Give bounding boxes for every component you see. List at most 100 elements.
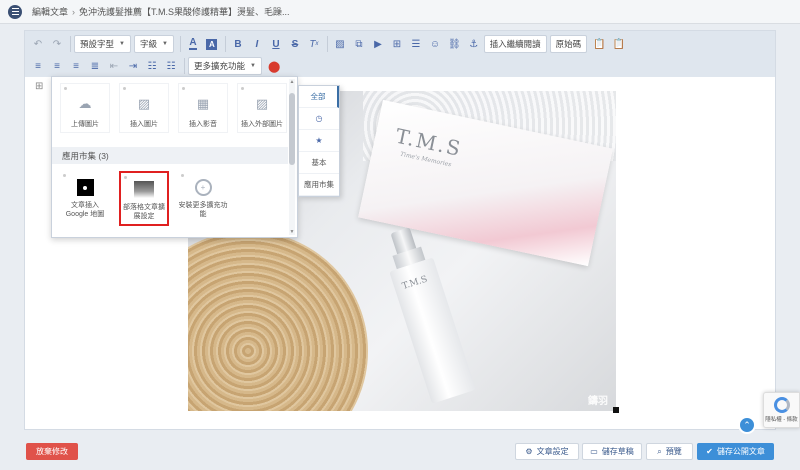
paste-text-icon[interactable]: 📋: [590, 35, 608, 53]
category-tabs: 全部 ◷ ★ 基本 應用市集: [298, 85, 340, 197]
cloud-upload-icon: ☁: [78, 96, 92, 111]
app-market-section-title: 應用市集 (3): [52, 147, 288, 164]
tile-label: 插入圖片: [130, 121, 158, 128]
tab-basic[interactable]: 基本: [299, 152, 339, 174]
horizontal-rule-icon[interactable]: ☰: [407, 35, 425, 53]
check-icon: ✔: [706, 447, 713, 456]
align-center-icon[interactable]: ≡: [48, 57, 66, 75]
star-icon: ★: [315, 136, 323, 145]
image-gallery-icon[interactable]: ⧉: [350, 35, 368, 53]
tab-all[interactable]: 全部: [299, 86, 339, 108]
emoji-icon[interactable]: ☺: [426, 35, 444, 53]
source-code-button[interactable]: 原始碼: [549, 35, 588, 53]
block-grid-icon[interactable]: ⊞: [35, 81, 43, 92]
discard-changes-button[interactable]: 放棄修改: [26, 443, 78, 460]
image-resize-handle[interactable]: [613, 407, 619, 413]
align-left-icon[interactable]: ≡: [29, 57, 47, 75]
underline-icon[interactable]: U: [267, 35, 285, 53]
caret-down-icon: ▼: [119, 41, 125, 47]
video-icon[interactable]: ▶: [369, 35, 387, 53]
tab-recent[interactable]: ◷: [299, 108, 339, 130]
google-map-app-tile[interactable]: 文章插入 Google 地圖: [60, 171, 110, 226]
recaptcha-text: 隱私權 - 條款: [765, 417, 798, 423]
blog-extension-app-tile[interactable]: 部落格文章擴展設定: [119, 171, 169, 226]
external-image-icon: ▨: [255, 96, 269, 111]
scroll-up-icon[interactable]: ▲: [289, 79, 295, 85]
scroll-down-icon[interactable]: ▼: [289, 229, 295, 235]
tile-label: 上傳圖片: [71, 121, 99, 128]
outdent-icon[interactable]: ⇤: [105, 57, 123, 75]
caret-down-icon: ▼: [250, 63, 256, 69]
search-icon: ⌕: [657, 446, 662, 456]
table-icon[interactable]: ⊞: [388, 35, 406, 53]
insert-video-tile[interactable]: ▦ 插入影音: [178, 83, 228, 133]
tab-app-market[interactable]: 應用市集: [299, 174, 339, 196]
panel-scrollbar[interactable]: ▲ ▼: [289, 79, 295, 235]
recaptcha-badge[interactable]: 隱私權 - 條款: [763, 392, 800, 428]
breadcrumb-parent[interactable]: 編輯文章: [32, 5, 68, 18]
top-header: 編輯文章 › 免沖洗護髮推薦【T.M.S果酸修護精華】燙髮、毛躁...: [0, 0, 800, 24]
align-right-icon[interactable]: ≡: [67, 57, 85, 75]
article-settings-label: 文章設定: [536, 447, 569, 456]
insert-external-image-tile[interactable]: ▨ 插入外部圖片: [237, 83, 287, 133]
font-family-value: 預設字型: [80, 39, 115, 49]
publish-button[interactable]: ✔ 儲存公開文章: [697, 443, 774, 460]
map-marker-icon: [76, 179, 94, 196]
hamburger-menu-icon[interactable]: [8, 4, 22, 19]
woven-mat: [188, 231, 368, 411]
paste-word-icon[interactable]: 📋: [610, 35, 628, 53]
insert-image-tile[interactable]: ▨ 插入圖片: [119, 83, 169, 133]
breadcrumb: 編輯文章 › 免沖洗護髮推薦【T.M.S果酸修護精華】燙髮、毛躁...: [32, 5, 290, 18]
tab-favorites[interactable]: ★: [299, 130, 339, 152]
clear-format-icon[interactable]: Tx: [305, 35, 323, 53]
map-pin-icon[interactable]: ⬤: [265, 57, 283, 75]
more-plugins-label: 更多擴充功能: [194, 61, 246, 71]
caret-down-icon: ▼: [161, 41, 168, 47]
anchor-icon[interactable]: ⚓: [465, 35, 483, 53]
editor-toolbar: ↶ ↷ 預設字型 ▼ 字級 ▼ A A B I U S Tx ▨ ⧉ ▶ ⊞ ☰ ☺…: [25, 31, 775, 77]
undo-icon[interactable]: ↶: [29, 35, 47, 53]
product-bottle: T.M.S: [374, 222, 479, 405]
app-label: 文章插入 Google 地圖: [65, 202, 105, 218]
recaptcha-icon: [773, 397, 790, 413]
bold-icon[interactable]: B: [229, 35, 247, 53]
image-icon: ▨: [137, 96, 151, 111]
indent-icon[interactable]: ⇥: [124, 57, 142, 75]
draft-icon: ▭: [590, 447, 598, 456]
app-thumbnail-icon: [134, 181, 154, 198]
insert-read-more-button[interactable]: 插入繼續閱讀: [483, 35, 547, 53]
font-size-value: 字級: [139, 39, 157, 49]
more-plugins-select[interactable]: 更多擴充功能 ▼: [188, 57, 262, 75]
clock-icon: ◷: [315, 114, 323, 123]
align-justify-icon[interactable]: ≣: [86, 57, 104, 75]
app-label: 部落格文章擴展設定: [123, 204, 165, 220]
article-settings-button[interactable]: ⚙ 文章設定: [515, 443, 579, 460]
redo-icon[interactable]: ↷: [48, 35, 66, 53]
background-color-icon[interactable]: A: [203, 35, 221, 53]
chevron-up-icon: ⌃: [743, 419, 751, 430]
publish-label: 儲存公開文章: [716, 447, 765, 456]
font-size-select[interactable]: 字級 ▼: [133, 35, 174, 53]
image-icon[interactable]: ▨: [331, 35, 349, 53]
italic-icon[interactable]: I: [248, 35, 266, 53]
text-color-icon[interactable]: A: [184, 35, 202, 53]
install-more-app-tile[interactable]: + 安裝更多擴充功能: [178, 171, 228, 226]
bottom-action-bar: 放棄修改 ⚙ 文章設定 ▭ 儲存草稿 ⌕ 預覽 ✔ 儲存公開文章: [0, 437, 800, 470]
link-icon[interactable]: ⛓: [445, 35, 464, 53]
app-label: 安裝更多擴充功能: [178, 202, 228, 218]
watermark-text: 鑄羽: [588, 396, 608, 407]
tile-label: 插入影音: [189, 121, 217, 128]
save-draft-label: 儲存草稿: [601, 447, 634, 456]
insert-media-panel: ☁ 上傳圖片 ▨ 插入圖片 ▦ 插入影音 ▨ 插入外部圖片 應用市集 (3) 文章插入 …: [51, 76, 298, 238]
font-family-select[interactable]: 預設字型 ▼: [74, 35, 131, 53]
save-draft-button[interactable]: ▭ 儲存草稿: [582, 443, 642, 460]
gear-icon: ⚙: [525, 447, 533, 456]
numbered-list-icon[interactable]: ☷: [162, 57, 180, 75]
scroll-to-top-button[interactable]: ⌃: [738, 416, 756, 434]
strikethrough-icon[interactable]: S: [286, 35, 304, 53]
upload-image-tile[interactable]: ☁ 上傳圖片: [60, 83, 110, 133]
breadcrumb-current: 免沖洗護髮推薦【T.M.S果酸修護精華】燙髮、毛躁...: [79, 7, 290, 17]
preview-button[interactable]: ⌕ 預覽: [646, 443, 693, 460]
bullet-list-icon[interactable]: ☷: [143, 57, 161, 75]
film-icon: ▦: [196, 96, 210, 111]
